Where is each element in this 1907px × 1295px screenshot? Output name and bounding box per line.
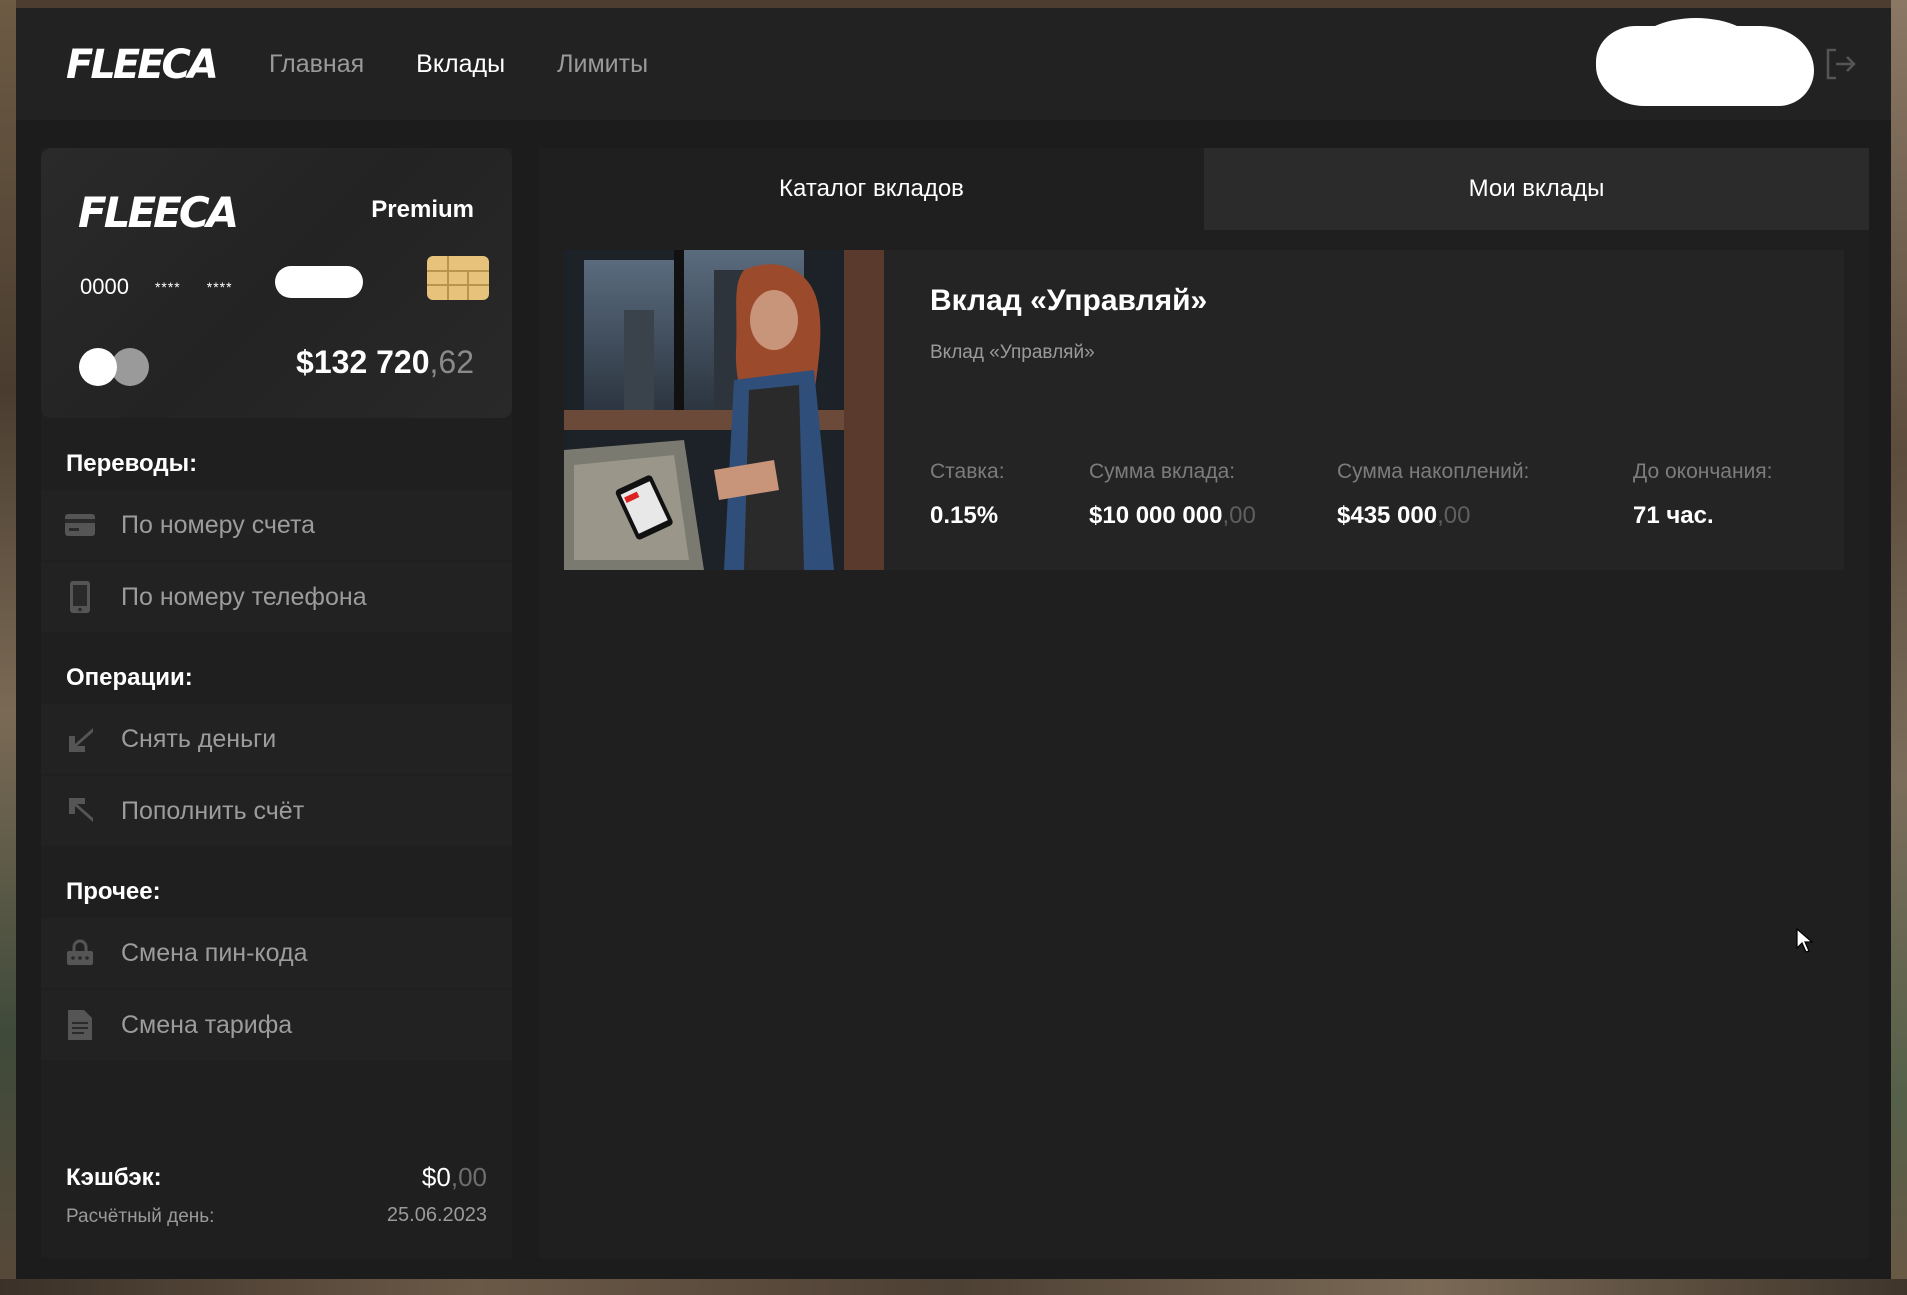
deposit-tabs: Каталог вкладов Мои вклады [539, 148, 1869, 230]
tab-deposit-catalog[interactable]: Каталог вкладов [539, 148, 1204, 230]
card-number-start: 0000 [80, 274, 129, 299]
menu-label: Смена тарифа [121, 1010, 293, 1039]
card-chip-icon [427, 256, 489, 300]
bank-app-window: FLEECA Главная Вклады Лимиты FLEECA Prem… [16, 8, 1891, 1279]
menu-change-pin[interactable]: Смена пин-кода [41, 918, 512, 988]
deposit-title: Вклад «Управляй» [930, 284, 1208, 317]
menu-withdraw[interactable]: Снять деньги [41, 704, 512, 774]
stat-label: До окончания: [1633, 460, 1773, 483]
cashback-cents: ,00 [450, 1162, 487, 1192]
game-backdrop-top [0, 0, 1907, 8]
redacted-card-digits [275, 266, 363, 298]
phone-icon [65, 581, 95, 613]
card-icon [65, 510, 95, 540]
nav-deposits[interactable]: Вклады [416, 50, 505, 79]
fleeca-logo: FLEECA [66, 42, 219, 88]
game-backdrop-bottom [0, 1279, 1907, 1295]
card-tier: Premium [371, 196, 474, 223]
card-balance-main: $132 720 [296, 344, 430, 380]
stat-rate: Ставка: 0.15% [930, 460, 1005, 530]
stat-label: Сумма накоплений: [1337, 460, 1530, 483]
menu-label: Смена пин-кода [121, 938, 308, 967]
game-backdrop-right [1891, 0, 1907, 1295]
sidebar: FLEECA Premium 0000 **** **** $132 720,6… [41, 148, 512, 1258]
deposit-card[interactable]: Вклад «Управляй» Вклад «Управляй» Ставка… [564, 250, 1844, 570]
top-header: FLEECA Главная Вклады Лимиты [16, 8, 1891, 120]
deposit-subtitle: Вклад «Управляй» [930, 342, 1095, 363]
stat-label: Сумма вклада: [1089, 460, 1236, 483]
menu-transfer-by-account[interactable]: По номеру счета [41, 490, 512, 560]
nav-limits[interactable]: Лимиты [557, 50, 648, 79]
transfers-title: Переводы: [66, 450, 198, 477]
cashback-main: $0 [421, 1162, 451, 1192]
card-number: 0000 **** **** [80, 274, 233, 300]
operations-title: Операции: [66, 664, 193, 691]
arrow-up-left-icon [65, 796, 95, 826]
tab-my-deposits[interactable]: Мои вклады [1204, 148, 1869, 230]
stat-value: $435 000,00 [1337, 502, 1471, 529]
other-title: Прочее: [66, 878, 161, 905]
card-logo: FLEECA [78, 188, 239, 237]
payday-label: Расчётный день: [66, 1206, 215, 1227]
card-balance-cents: ,62 [429, 344, 474, 380]
stat-value: 0.15% [930, 502, 999, 529]
cashback-label: Кэшбэк: [66, 1164, 162, 1191]
mouse-cursor-icon [1796, 928, 1814, 953]
lock-icon [65, 938, 95, 968]
stat-time-left: До окончания: 71 час. [1633, 460, 1773, 530]
stat-savings: Сумма накоплений: $435 000,00 [1337, 460, 1529, 530]
stat-value: 71 час. [1633, 502, 1714, 529]
deposit-image [564, 250, 884, 570]
stat-label: Ставка: [930, 460, 1005, 483]
payment-system-icon [79, 346, 151, 388]
document-icon [65, 1010, 95, 1040]
card-number-masked-2: **** [206, 279, 233, 295]
main-nav: Главная Вклады Лимиты [269, 50, 648, 79]
bank-card: FLEECA Premium 0000 **** **** $132 720,6… [41, 148, 512, 418]
stat-deposit-amount: Сумма вклада: $10 000 000,00 [1089, 460, 1256, 530]
menu-label: По номеру телефона [121, 582, 367, 611]
payday-value: 25.06.2023 [386, 1204, 487, 1226]
menu-transfer-by-phone[interactable]: По номеру телефона [41, 562, 512, 632]
card-number-masked-1: **** [154, 279, 181, 295]
nav-home[interactable]: Главная [269, 50, 364, 79]
card-balance: $132 720,62 [296, 344, 474, 381]
arrow-down-left-icon [65, 724, 95, 754]
menu-deposit[interactable]: Пополнить счёт [41, 776, 512, 846]
menu-label: Снять деньги [121, 724, 277, 753]
menu-label: По номеру счета [121, 510, 316, 539]
game-backdrop-left [0, 0, 16, 1295]
menu-label: Пополнить счёт [121, 796, 305, 825]
menu-change-tariff[interactable]: Смена тарифа [41, 990, 512, 1060]
main-panel: Каталог вкладов Мои вклады Вклад «Управл… [539, 148, 1869, 1258]
redacted-user-name [1596, 18, 1814, 106]
logout-icon[interactable] [1822, 46, 1858, 82]
stat-value: $10 000 000,00 [1089, 502, 1256, 529]
cashback-value: $0,00 [422, 1162, 487, 1193]
